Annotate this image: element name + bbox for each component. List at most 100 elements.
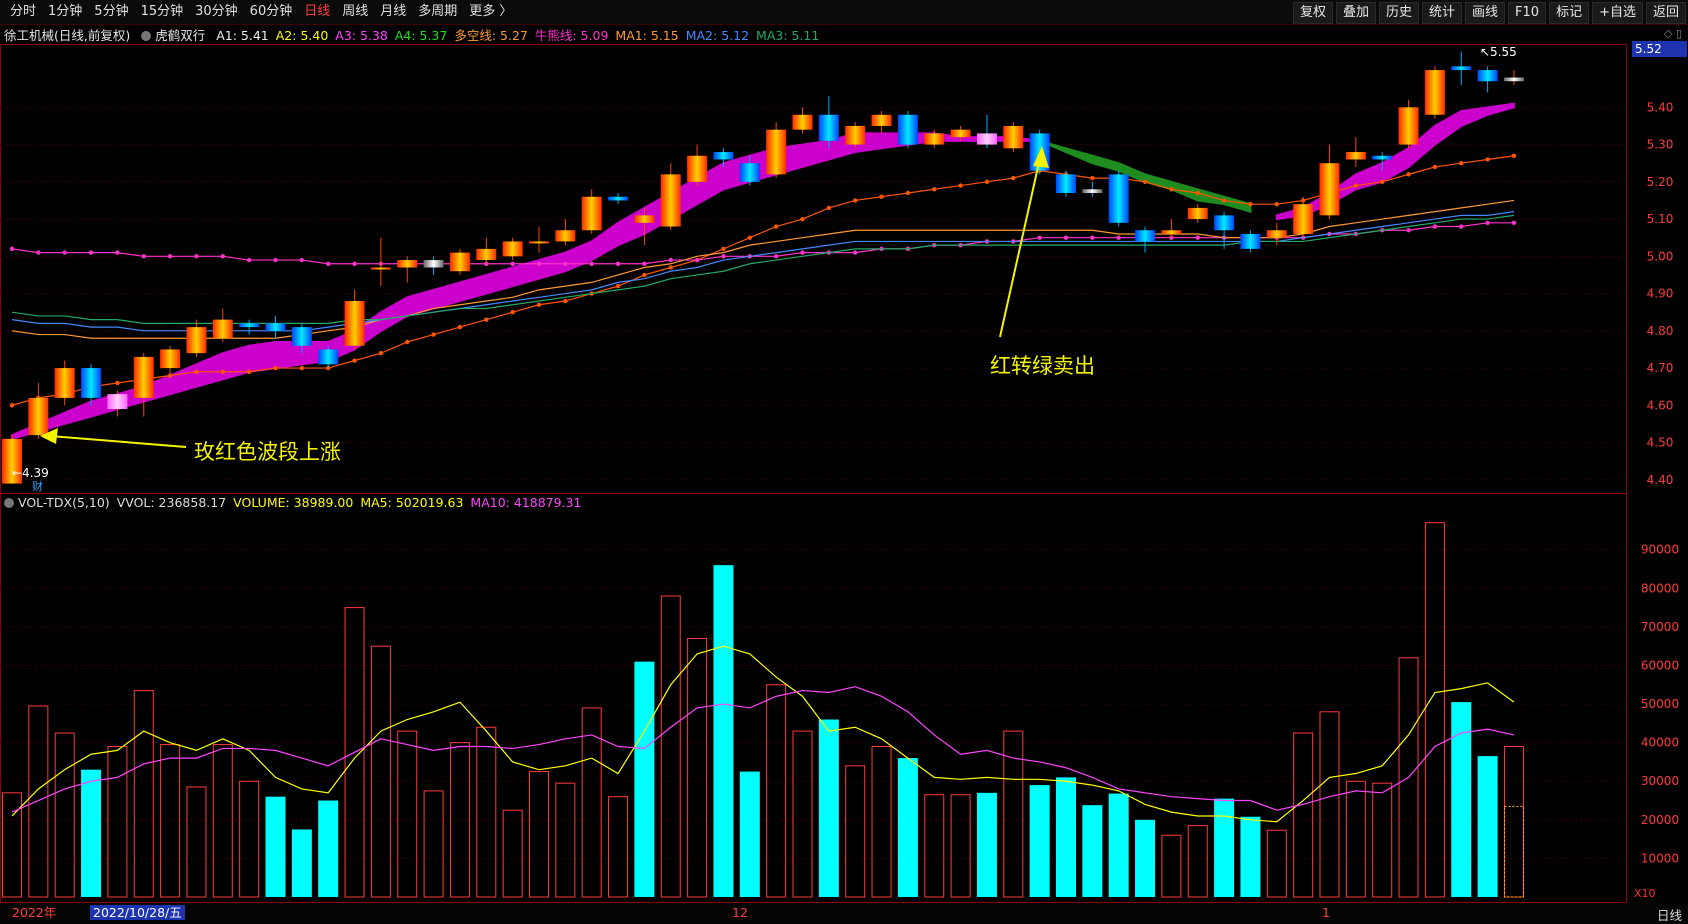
candle-body — [660, 174, 681, 227]
volume-bar — [976, 792, 997, 897]
y-tick-label: 5.00 — [1647, 249, 1674, 263]
volume-panel-frame — [0, 493, 1627, 903]
line-dot — [1406, 172, 1411, 177]
line-dot — [484, 317, 489, 322]
volume-bar — [555, 782, 576, 898]
x-axis-label: 1 — [1322, 905, 1330, 920]
candle-body — [581, 196, 602, 231]
line-dot — [9, 246, 15, 252]
line-dot — [431, 332, 436, 337]
y-tick-label: 4.60 — [1647, 398, 1674, 412]
line-dot — [536, 261, 542, 266]
volume-bar — [897, 758, 918, 897]
line-dot — [1116, 235, 1121, 240]
candle-body — [897, 114, 918, 145]
candle-body — [239, 323, 260, 328]
line-dot — [1459, 224, 1464, 229]
annotation-sell: 红转绿卖出 — [990, 354, 1095, 378]
volume-tick-label: 40000 — [1641, 736, 1679, 750]
candle-body — [397, 260, 418, 268]
line-dot — [62, 250, 67, 255]
volume-bar — [871, 746, 892, 898]
line-dot — [1353, 183, 1359, 188]
volume-ma-line — [11, 645, 1515, 823]
line-dot — [642, 272, 647, 278]
line-dot — [1406, 228, 1411, 233]
candle-body — [212, 319, 233, 339]
line-dot — [1459, 161, 1464, 166]
volume-bar — [318, 800, 339, 897]
line-dot — [536, 302, 542, 307]
volume-bar — [423, 790, 444, 898]
volume-bar — [792, 730, 813, 898]
candle-body — [476, 248, 497, 261]
volume-bar — [502, 809, 523, 898]
volume-bar — [291, 829, 312, 897]
line-dot — [773, 254, 779, 259]
line-dot — [1037, 235, 1042, 240]
line-dot — [220, 369, 225, 374]
line-dot — [932, 187, 937, 192]
line-dot — [1090, 235, 1095, 240]
candle-body — [186, 327, 207, 354]
candle-body — [950, 129, 971, 138]
line-dot — [36, 250, 41, 255]
candle-body — [1451, 66, 1472, 71]
line-dot — [773, 224, 779, 229]
volume-bar — [1082, 805, 1103, 897]
candle-body — [449, 252, 470, 272]
line-dot — [721, 246, 726, 252]
volume-ma-line — [11, 686, 1515, 813]
volume-bar — [739, 771, 760, 897]
candle-body — [1424, 70, 1445, 115]
candle-body — [1214, 215, 1235, 231]
volume-bar — [54, 732, 75, 898]
line-dot — [1511, 153, 1517, 158]
volume-bar — [845, 765, 866, 898]
line-dot — [800, 250, 805, 255]
line-dot — [615, 261, 621, 266]
volume-bar — [370, 645, 391, 898]
line-dot — [905, 190, 911, 196]
candle-body — [1319, 163, 1340, 216]
volume-bar — [1187, 825, 1208, 898]
line-dot — [1485, 157, 1490, 162]
volume-bar — [212, 744, 233, 898]
line-dot — [563, 261, 568, 266]
candle-body — [792, 114, 813, 130]
y-tick-label: 4.40 — [1647, 473, 1674, 487]
line-dot — [800, 216, 805, 222]
line-dot — [1274, 201, 1280, 207]
volume-bar — [1451, 702, 1472, 897]
annotation-buy: 玫红色波段上涨 — [194, 440, 341, 464]
line-dot — [1432, 224, 1438, 229]
volume-bar — [81, 769, 102, 897]
volume-tick-label: 80000 — [1641, 581, 1679, 595]
line-dot — [1248, 201, 1253, 207]
line-dot — [853, 250, 858, 255]
candle-body — [845, 125, 866, 145]
candle-body — [818, 114, 839, 141]
candle-body — [344, 301, 365, 346]
candle-body — [1372, 155, 1393, 160]
line-dot — [1063, 235, 1069, 240]
main-panel-frame — [0, 44, 1627, 494]
line-dot — [1169, 187, 1174, 192]
volume-bar — [1319, 711, 1340, 898]
candle-body — [133, 356, 154, 398]
line-dot — [1432, 164, 1438, 170]
line-dot — [510, 261, 515, 266]
line-dot — [378, 350, 384, 356]
volume-bar — [1029, 785, 1050, 897]
candle-body — [370, 267, 391, 270]
volume-bar — [1293, 732, 1314, 898]
line-dot — [246, 257, 252, 263]
volume-bar — [1424, 522, 1445, 898]
line-dot — [879, 194, 884, 199]
volume-bar — [950, 794, 971, 898]
candle-body — [81, 368, 102, 398]
y-tick-label: 5.40 — [1647, 100, 1674, 114]
volume-bar — [634, 661, 655, 897]
candle-body — [265, 323, 286, 331]
candle-body — [976, 133, 997, 145]
